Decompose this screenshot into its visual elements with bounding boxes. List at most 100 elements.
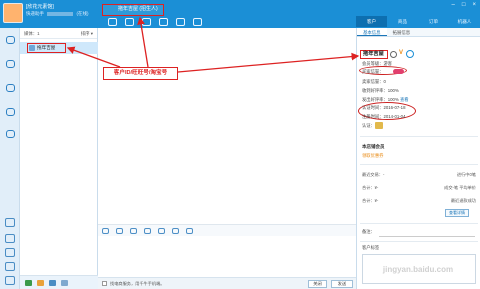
calendar-icon[interactable]	[142, 18, 151, 26]
refund-value: 最近退款成功	[450, 198, 476, 203]
app-icon[interactable]	[25, 280, 32, 286]
window-icon[interactable]	[49, 280, 56, 286]
credit-heart-icon	[393, 69, 404, 74]
shop-sub-prefix: 快递助手	[26, 11, 44, 16]
group-icon	[5, 108, 15, 116]
close-icon[interactable]: ×	[472, 2, 476, 8]
list-item[interactable]: 拖年吉屋	[20, 42, 98, 54]
video-icon[interactable]	[125, 18, 134, 26]
quick-reply-icon[interactable]	[158, 227, 165, 234]
chat-toolbar	[108, 17, 202, 27]
phone-call-icon[interactable]	[406, 50, 414, 58]
buyer-credit: 买家信誉：	[362, 69, 384, 74]
total-row: 合计：¥- 成交-笔 平均单价	[362, 185, 476, 191]
history-icon[interactable]	[186, 227, 193, 234]
grid-small-icon[interactable]	[61, 280, 68, 286]
message-icon	[5, 36, 15, 44]
vip-icon: V	[399, 50, 404, 56]
phone-icon[interactable]	[5, 234, 15, 243]
favorite-icon[interactable]	[172, 227, 179, 234]
good-rate-received: 收到好评率：100%	[362, 88, 399, 93]
user-icon[interactable]	[108, 18, 117, 26]
window-controls: – □ ×	[452, 2, 476, 8]
nav-friends[interactable]	[0, 82, 20, 100]
chat-title[interactable]: 拖年吉屋 (招生人)	[102, 4, 164, 16]
nav-groups[interactable]	[0, 106, 20, 124]
tab-orders[interactable]: 订单	[418, 16, 449, 27]
note-input[interactable]	[379, 231, 475, 237]
settings-icon[interactable]	[390, 51, 397, 58]
nav-recent[interactable]	[0, 58, 20, 76]
font-icon[interactable]	[116, 227, 123, 234]
chat-icon[interactable]	[176, 18, 185, 26]
contact-list: 媒体：1 排序 ▾ 拖年吉屋	[20, 28, 98, 289]
tab-products[interactable]: 商品	[387, 16, 418, 27]
tab-customer[interactable]: 客户	[356, 16, 387, 27]
shop-sub-suffix: (在线)	[76, 11, 89, 16]
verify-label: 认证：	[362, 123, 375, 128]
top-bar: [欣花元素馆] 快递助手 (在线) 拖年吉屋 (招生人) – □ × 客户 商品…	[0, 0, 480, 28]
divider	[360, 241, 478, 242]
view-link[interactable]: 查看	[400, 97, 409, 102]
menu-icon[interactable]	[5, 276, 15, 285]
chat-footer: 找电商服务，用千牛手机端。 关闭 发送	[98, 277, 356, 289]
refund-row: 合计：¥- 最近退款成功	[362, 198, 476, 204]
tab-robot[interactable]: 机器人	[449, 16, 480, 27]
contact-list-footer	[20, 275, 98, 289]
input-toolbar	[98, 225, 356, 236]
customer-panel: 基本信息 拓展信息 拖年吉屋 V 会员等级：游客 买家信誉： 卖家信誉：0 收到…	[356, 28, 480, 289]
image-icon[interactable]	[5, 248, 15, 257]
tip-checkbox[interactable]	[102, 281, 107, 286]
divider	[360, 136, 478, 137]
contact-count: 媒体：1	[24, 31, 40, 36]
message-history	[98, 28, 356, 225]
refund-label: 合计：¥-	[362, 198, 379, 203]
watermark: jingyan.baidu.com	[382, 265, 454, 274]
seller-credit: 卖家信誉：0	[362, 79, 386, 84]
team-icon	[5, 130, 15, 138]
recent-deal-row: 最近交易：- 进行中0笔	[362, 172, 476, 178]
view-details-button[interactable]: 查看详情	[445, 209, 469, 217]
picture-icon[interactable]	[130, 227, 137, 234]
shop-status: 快递助手 (在线)	[26, 11, 89, 17]
recent-deal-value: 进行中0笔	[456, 172, 476, 177]
shop-name: [欣花元素馆]	[26, 4, 54, 10]
customer-name: 拖年吉屋	[360, 50, 388, 59]
tip-text: 找电商服务，用千牛手机端。	[110, 281, 165, 286]
shop-avatar[interactable]	[3, 3, 23, 23]
emoji-icon[interactable]	[102, 227, 109, 234]
nav-team[interactable]	[0, 128, 20, 146]
verified-badge-icon	[375, 122, 383, 129]
left-icon-bar	[0, 28, 20, 289]
tab-extended-info[interactable]: 拓展信息	[387, 28, 417, 36]
register-time: 注册时间：2014-01-04	[362, 114, 406, 119]
nav-messages[interactable]	[0, 34, 20, 52]
redacted-text	[47, 11, 74, 16]
divider	[360, 164, 478, 165]
send-button[interactable]: 发送	[331, 280, 353, 288]
card-icon[interactable]	[159, 18, 168, 26]
certified-time: 认证时间：2016-07-18	[362, 105, 406, 110]
person-icon	[5, 84, 15, 92]
monitor-icon[interactable]	[5, 262, 15, 271]
folder-icon[interactable]	[37, 280, 44, 286]
customer-subtabs: 基本信息 拓展信息	[357, 28, 480, 37]
sort-dropdown[interactable]: 排序 ▾	[81, 28, 93, 38]
more-icon[interactable]	[193, 18, 202, 26]
contact-list-header: 媒体：1 排序 ▾	[20, 28, 97, 39]
maximize-icon[interactable]: □	[462, 2, 466, 8]
tag-label: 客户标签	[362, 245, 380, 250]
section-title: 本店铺会员	[362, 144, 385, 149]
coupon-link[interactable]: 领取优惠券	[362, 153, 383, 159]
minimize-icon[interactable]: –	[452, 2, 455, 8]
recent-deal-label: 最近交易：-	[362, 172, 385, 177]
tab-basic-info[interactable]: 基本信息	[357, 28, 387, 36]
screenshot-icon[interactable]	[144, 227, 151, 234]
right-tabs: 客户 商品 订单 机器人	[356, 16, 480, 27]
close-button[interactable]: 关闭	[308, 280, 327, 288]
contact-name: 拖年吉屋	[27, 43, 66, 53]
total-label: 合计：¥-	[362, 185, 379, 190]
grid-icon[interactable]	[5, 218, 15, 227]
total-value: 成交-笔 平均单价	[444, 185, 476, 190]
clock-icon	[5, 60, 15, 68]
